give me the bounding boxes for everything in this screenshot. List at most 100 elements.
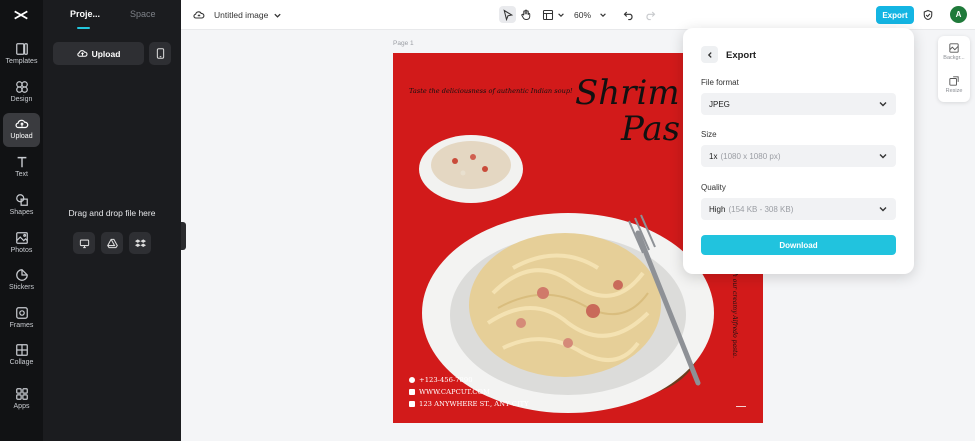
rail-item-photos[interactable]: Photos (3, 227, 40, 261)
rail-item-templates[interactable]: Templates (3, 38, 40, 72)
contact-address[interactable]: 123 ANYWHERE ST., ANY CITY (409, 400, 529, 408)
stickers-icon (15, 269, 28, 281)
headline-line-2: Pas (621, 109, 681, 149)
rail-item-upload[interactable]: Upload (3, 113, 40, 147)
page-label: Page 1 (393, 40, 414, 47)
decorative-line (736, 406, 746, 407)
layout-menu-button[interactable] (542, 0, 565, 30)
web-icon (409, 389, 415, 395)
quick-tools-panel: Backgr... Resize (938, 36, 970, 102)
file-format-select[interactable]: JPEG (701, 93, 896, 115)
redo-button[interactable] (644, 0, 656, 30)
upload-icon (14, 119, 28, 129)
upload-from-google-drive-button[interactable] (101, 232, 123, 254)
rail-label: Text (15, 171, 28, 178)
background-tool-label: Backgr... (943, 55, 965, 61)
photos-icon (15, 232, 28, 244)
file-format-label: File format (701, 78, 739, 87)
headline-title[interactable]: Shrim Pas (575, 75, 680, 147)
user-avatar[interactable]: A (950, 6, 967, 23)
rail-item-shapes[interactable]: Shapes (3, 189, 40, 223)
hand-tool-button[interactable] (520, 0, 532, 30)
chevron-down-icon (274, 13, 281, 18)
export-dialog-title: Export (726, 50, 757, 61)
top-toolbar: Untitled image 60% Export A (181, 0, 975, 30)
chevron-down-icon (879, 102, 887, 107)
collapse-panel-handle[interactable] (181, 222, 186, 250)
headline-line-1: Shrim (575, 73, 680, 113)
collage-icon (15, 344, 28, 356)
rail-label: Shapes (9, 209, 34, 216)
zoom-menu[interactable]: 60% (574, 0, 607, 30)
export-dialog: Export File format JPEG Size 1x (1080 x … (683, 28, 914, 274)
rail-item-design[interactable]: Design (3, 76, 40, 110)
capcut-logo[interactable] (12, 6, 30, 24)
rail-item-frames[interactable]: Frames (3, 302, 40, 336)
cursor-icon (503, 9, 514, 21)
quality-label: Quality (701, 183, 726, 192)
phone-icon (409, 377, 415, 383)
shield-button[interactable] (922, 0, 934, 30)
active-tab-indicator (77, 27, 90, 29)
file-format-value: JPEG (709, 99, 730, 109)
rail-label: Photos (10, 247, 33, 254)
cloud-upload-icon (76, 50, 88, 57)
upload-button-label: Upload (91, 48, 121, 59)
upload-from-computer-button[interactable] (73, 232, 95, 254)
rail-item-collage[interactable]: Collage (3, 339, 40, 373)
contact-phone-text: +123-456-7890 (419, 376, 473, 384)
size-select[interactable]: 1x (1080 x 1080 px) (701, 145, 896, 167)
cloud-icon (193, 11, 205, 19)
rail-item-stickers[interactable]: Stickers (3, 264, 40, 298)
tab-space[interactable]: Space (130, 9, 156, 19)
undo-button[interactable] (623, 0, 635, 30)
vertical-caption[interactable]: ish our creamy Alfredo pasta. (731, 268, 738, 358)
chevron-down-icon (558, 13, 564, 17)
chevron-down-icon (879, 207, 887, 212)
upload-from-dropbox-button[interactable] (129, 232, 151, 254)
rail-label: Upload (10, 133, 33, 140)
resize-tool-label: Resize (945, 88, 963, 94)
download-button[interactable]: Download (701, 235, 896, 255)
document-title-menu[interactable]: Untitled image (214, 0, 282, 30)
rail-label: Apps (13, 403, 30, 410)
undo-icon (623, 11, 633, 21)
tagline-text[interactable]: Taste the deliciousness of authentic Ind… (409, 87, 573, 95)
document-title: Untitled image (214, 10, 269, 20)
background-icon (949, 43, 959, 53)
contact-phone[interactable]: +123-456-7890 (409, 376, 473, 384)
chevron-left-icon (707, 51, 712, 58)
rail-item-text[interactable]: Text (3, 151, 40, 185)
mobile-upload-button[interactable] (149, 42, 171, 65)
back-button[interactable] (701, 46, 718, 63)
shapes-icon (15, 194, 28, 206)
google-drive-icon (106, 238, 118, 248)
mobile-icon (156, 48, 164, 59)
resize-tool-button[interactable]: Resize (938, 76, 970, 94)
rail-label: Stickers (9, 284, 34, 291)
upload-panel: Proje... Space Upload Drag and drop file… (43, 0, 181, 441)
text-icon (17, 156, 26, 168)
resize-icon (949, 76, 959, 86)
size-label: Size (701, 130, 717, 139)
select-tool-button[interactable] (502, 0, 514, 30)
background-tool-button[interactable]: Backgr... (938, 43, 970, 61)
rail-label: Design (10, 96, 33, 103)
contact-website[interactable]: WWW.CAPCUT.COM (409, 388, 490, 396)
rail-label: Templates (5, 58, 38, 65)
rail-label: Collage (9, 359, 34, 366)
rail-item-apps[interactable]: Apps (3, 383, 40, 417)
contact-website-text: WWW.CAPCUT.COM (419, 388, 490, 396)
cloud-sync-status[interactable] (193, 0, 205, 30)
quality-value: High (709, 204, 726, 214)
rail-label: Frames (9, 322, 34, 329)
quality-select[interactable]: High (154 KB - 308 KB) (701, 198, 896, 220)
templates-icon (15, 43, 28, 55)
drop-zone-text: Drag and drop file here (68, 208, 156, 218)
chevron-down-icon (879, 154, 887, 159)
tab-projects[interactable]: Proje... (70, 9, 100, 19)
left-rail: Templates Design Upload Text Shapes Phot… (0, 0, 43, 441)
monitor-icon (79, 239, 89, 248)
export-button[interactable]: Export (876, 6, 914, 24)
upload-button[interactable]: Upload (53, 42, 144, 65)
